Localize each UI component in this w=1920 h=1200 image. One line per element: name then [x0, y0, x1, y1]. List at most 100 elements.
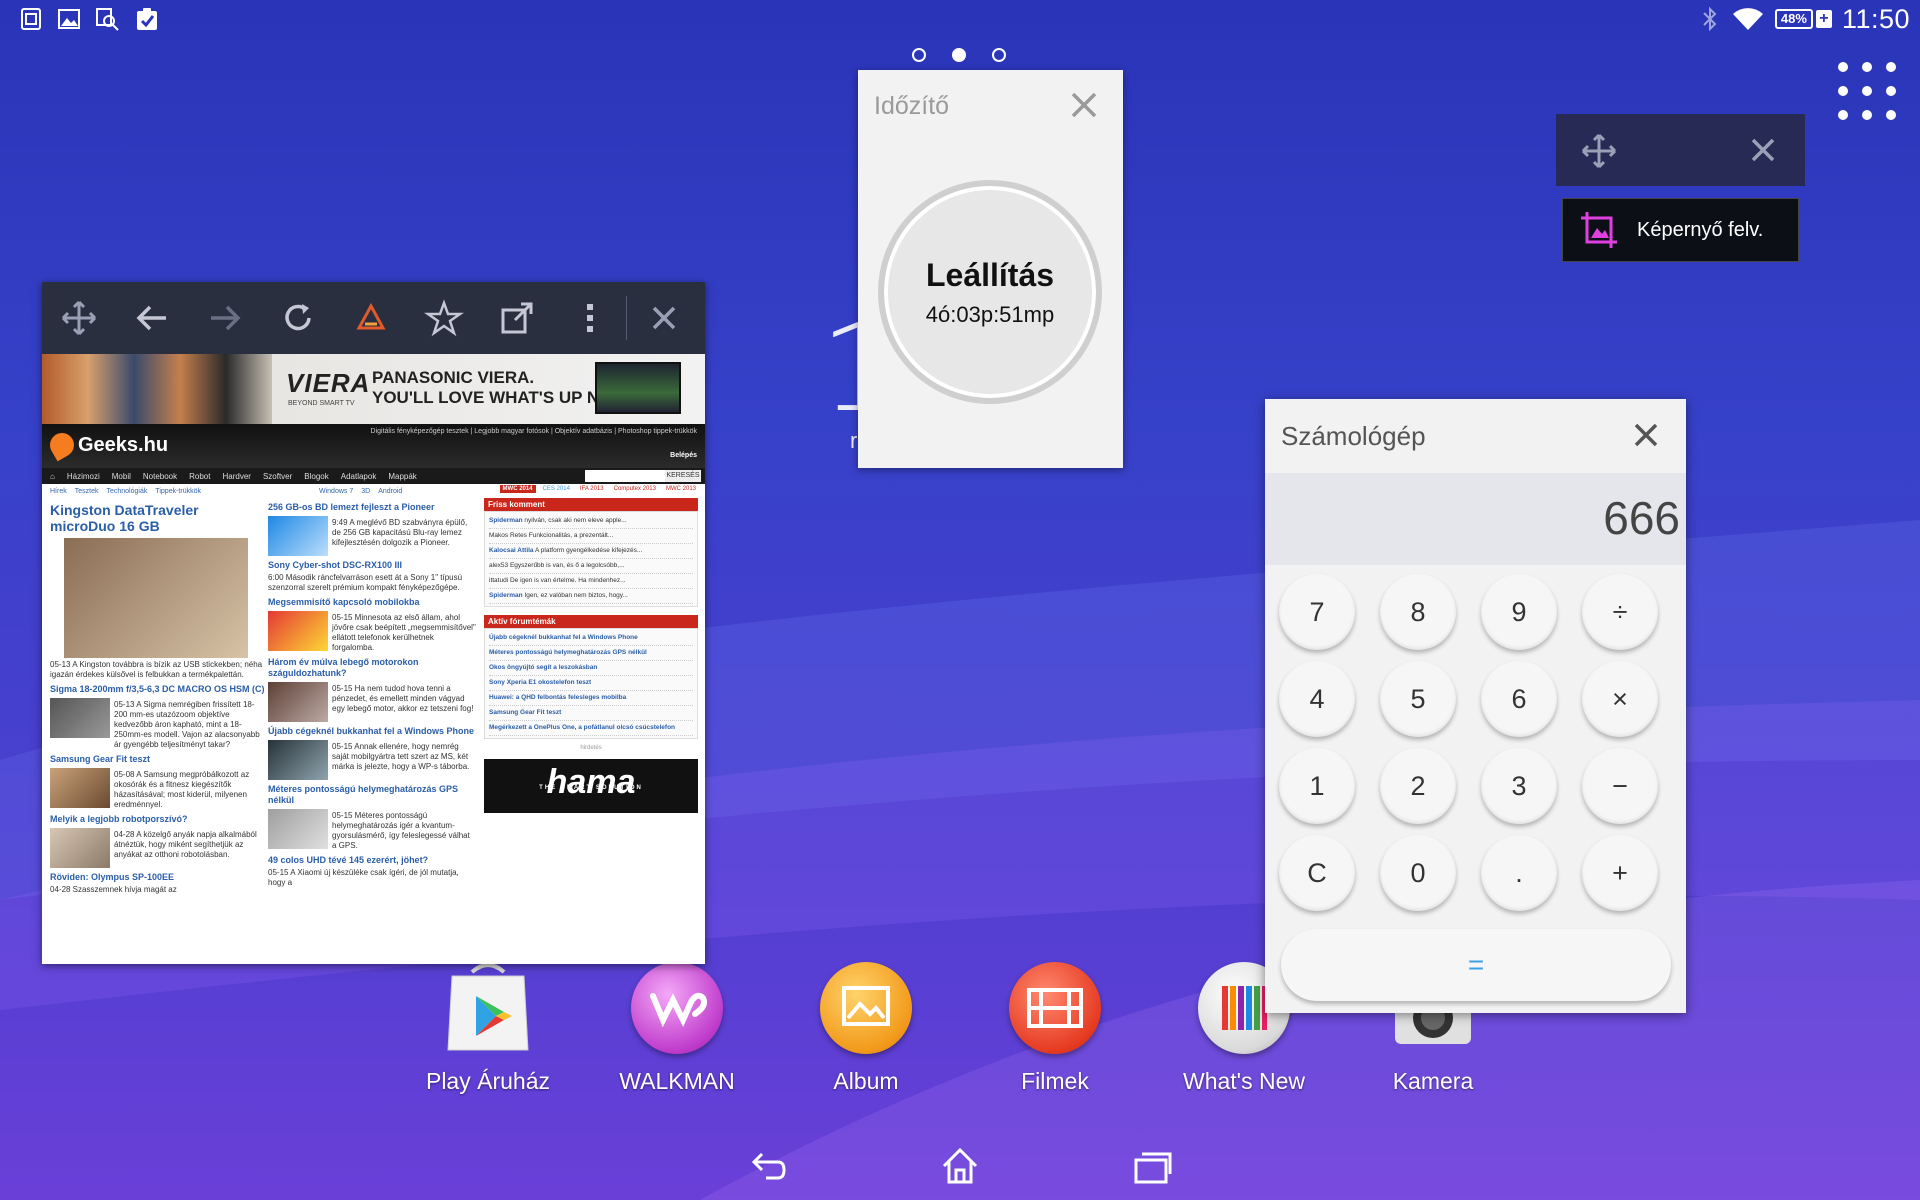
calc-key-8[interactable]: 8 — [1380, 574, 1456, 650]
forum-topic[interactable]: Újabb cégeknél bukkanhat fel a Windows P… — [489, 631, 693, 646]
news-title[interactable]: Méteres pontosságú helymeghatározás GPS … — [268, 784, 476, 806]
home-icon[interactable]: ⌂ — [50, 472, 55, 481]
site-logo[interactable]: Geeks.hu — [45, 428, 168, 462]
article-title[interactable]: Samsung Gear Fit teszt — [50, 754, 266, 765]
calc-key-decimal[interactable]: . — [1481, 835, 1557, 911]
news-thumb[interactable] — [268, 740, 328, 780]
calc-key-divide[interactable]: ÷ — [1582, 574, 1658, 650]
nav-item[interactable]: Blogok — [304, 472, 328, 481]
document-icon[interactable] — [18, 6, 44, 32]
calc-key-9[interactable]: 9 — [1481, 574, 1557, 650]
calc-key-6[interactable]: 6 — [1481, 661, 1557, 737]
calc-key-equals[interactable]: = — [1281, 929, 1671, 1001]
news-thumb[interactable] — [268, 516, 328, 556]
mini-browser-window[interactable]: VIERA BEYOND SMART TV PANASONIC VIERA. Y… — [42, 282, 705, 964]
close-icon[interactable] — [1745, 132, 1781, 168]
site-favicon-icon[interactable] — [334, 282, 407, 354]
news-thumb[interactable] — [268, 611, 328, 651]
event-tag[interactable]: IFA 2013 — [577, 485, 607, 493]
comment-user[interactable]: Kalocsai Attila — [489, 547, 534, 554]
recent-apps-icon[interactable] — [1130, 1144, 1174, 1188]
calc-key-0[interactable]: 0 — [1380, 835, 1456, 911]
forum-topic-title[interactable]: Megérkezett a OnePlus One, a pofátlanul … — [489, 724, 675, 731]
web-page[interactable]: VIERA BEYOND SMART TV PANASONIC VIERA. Y… — [42, 354, 705, 964]
article-thumb[interactable] — [50, 768, 110, 808]
article-title[interactable]: Röviden: Olympus SP-100EE — [50, 872, 266, 883]
bookmark-star-icon[interactable] — [407, 282, 480, 354]
article-title[interactable]: Melyik a legjobb robotporszívó? — [50, 814, 266, 825]
calc-key-clear[interactable]: C — [1279, 835, 1355, 911]
calc-key-5[interactable]: 5 — [1380, 661, 1456, 737]
screen-capture-button[interactable]: Képernyő felv. — [1562, 198, 1799, 262]
site-toplinks[interactable]: Digitális fényképezőgép tesztek | Legjob… — [371, 428, 697, 435]
article-title[interactable]: Kingston DataTraveler microDuo 16 GB — [50, 502, 266, 534]
calc-key-4[interactable]: 4 — [1279, 661, 1355, 737]
event-tag[interactable]: CES 2014 — [540, 485, 573, 493]
news-thumb[interactable] — [268, 682, 328, 722]
image-icon[interactable] — [56, 6, 82, 32]
dock-app-play-store[interactable]: Play Áruház — [408, 962, 568, 1095]
calc-key-minus[interactable]: − — [1582, 748, 1658, 824]
forum-topic[interactable]: Huawei: a QHD felbontás felesleges mobil… — [489, 691, 693, 706]
hama-ad[interactable]: hama THE SMART SOLUTION — [484, 759, 698, 813]
login-link[interactable]: Belépés — [670, 452, 697, 459]
close-icon[interactable] — [627, 282, 700, 354]
subnav-item[interactable]: Tesztek — [75, 488, 99, 495]
comment-item[interactable]: Kalocsai Attila A platform gyengélkedése… — [489, 544, 693, 559]
comment-item[interactable]: ittatudi De igen is van értelme. Ha mind… — [489, 574, 693, 589]
event-tag[interactable]: MWC 2014 — [499, 485, 536, 493]
news-title[interactable]: Újabb cégeknél bukkanhat fel a Windows P… — [268, 726, 476, 737]
news-title[interactable]: Megsemmisítő kapcsoló mobilokba — [268, 597, 476, 608]
nav-item[interactable]: Hardver — [222, 472, 250, 481]
forum-topic-title[interactable]: Huawei: a QHD felbontás felesleges mobil… — [489, 694, 626, 701]
calculator-window[interactable]: Számológép 666 7 8 9 ÷ 4 5 6 × 1 2 3 − C… — [1265, 399, 1686, 1013]
search-image-icon[interactable] — [94, 6, 120, 32]
comment-user[interactable]: Spiderman — [489, 592, 523, 599]
nav-item[interactable]: Házimozi — [67, 472, 100, 481]
comment-user[interactable]: Spiderman — [489, 517, 523, 524]
close-icon[interactable] — [1067, 88, 1101, 122]
calc-key-1[interactable]: 1 — [1279, 748, 1355, 824]
subnav-item[interactable]: Hírek — [50, 488, 67, 495]
forum-topic-title[interactable]: Méteres pontosságú helymeghatározás GPS … — [489, 649, 647, 656]
article-image[interactable] — [64, 538, 248, 658]
comment-item[interactable]: Makos Retes Funkcionalitás, a prezentált… — [489, 529, 693, 544]
comment-item[interactable]: Spiderman nyilván, csak aki nem eleve ap… — [489, 514, 693, 529]
forum-topic-title[interactable]: Sony Xperia E1 okostelefon teszt — [489, 679, 591, 686]
dock-app-movies[interactable]: Filmek — [975, 962, 1135, 1095]
move-icon[interactable] — [1580, 132, 1618, 170]
subnav-item[interactable]: Tippek-trükkök — [155, 488, 201, 495]
timer-window[interactable]: Időzítő Leállítás 4ó:03p:51mp — [858, 70, 1123, 468]
close-icon[interactable] — [1628, 417, 1664, 453]
nav-item[interactable]: Adatlapok — [341, 472, 377, 481]
back-icon[interactable] — [746, 1144, 790, 1188]
event-tag[interactable]: Computex 2013 — [611, 485, 659, 493]
forum-topic[interactable]: Okos öngyújtó segít a leszokásban — [489, 661, 693, 676]
timer-stop-button[interactable]: Leállítás 4ó:03p:51mp — [878, 180, 1102, 404]
forum-topic-title[interactable]: Samsung Gear Fit teszt — [489, 709, 561, 716]
news-title[interactable]: Sony Cyber-shot DSC-RX100 III — [268, 560, 476, 571]
nav-item[interactable]: Szoftver — [263, 472, 292, 481]
forum-topic[interactable]: Sony Xperia E1 okostelefon teszt — [489, 676, 693, 691]
dock-app-album[interactable]: Album — [786, 962, 946, 1095]
news-title[interactable]: Három év múlva lebegő motorokon száguldo… — [268, 657, 476, 679]
subnav-item[interactable]: Windows 7 — [319, 488, 353, 495]
news-title[interactable]: 256 GB-os BD lemezt fejleszt a Pioneer — [268, 502, 476, 513]
news-title[interactable]: 49 colos UHD tévé 145 ezerért, jöhet? — [268, 855, 476, 866]
home-icon[interactable] — [938, 1144, 982, 1188]
forum-topic-title[interactable]: Újabb cégeknél bukkanhat fel a Windows P… — [489, 634, 638, 641]
subnav-item[interactable]: Android — [378, 488, 402, 495]
forum-topic[interactable]: Samsung Gear Fit teszt — [489, 706, 693, 721]
subnav-item[interactable]: 3D — [361, 488, 370, 495]
ad-banner[interactable]: VIERA BEYOND SMART TV PANASONIC VIERA. Y… — [42, 354, 705, 424]
app-drawer-icon[interactable] — [1836, 60, 1898, 122]
site-search-button[interactable]: KERESÉS — [665, 470, 701, 482]
nav-item[interactable]: Robot — [189, 472, 210, 481]
comment-item[interactable]: alex53 Egyszerűbb is van, és ő a legolcs… — [489, 559, 693, 574]
nav-item[interactable]: Notebook — [143, 472, 177, 481]
subnav-item[interactable]: Technológiák — [106, 488, 147, 495]
nav-item[interactable]: Mappák — [388, 472, 416, 481]
forum-topic[interactable]: Méteres pontosságú helymeghatározás GPS … — [489, 646, 693, 661]
article-thumb[interactable] — [50, 828, 110, 868]
article-title[interactable]: Sigma 18-200mm f/3,5-6,3 DC MACRO OS HSM… — [50, 684, 266, 695]
